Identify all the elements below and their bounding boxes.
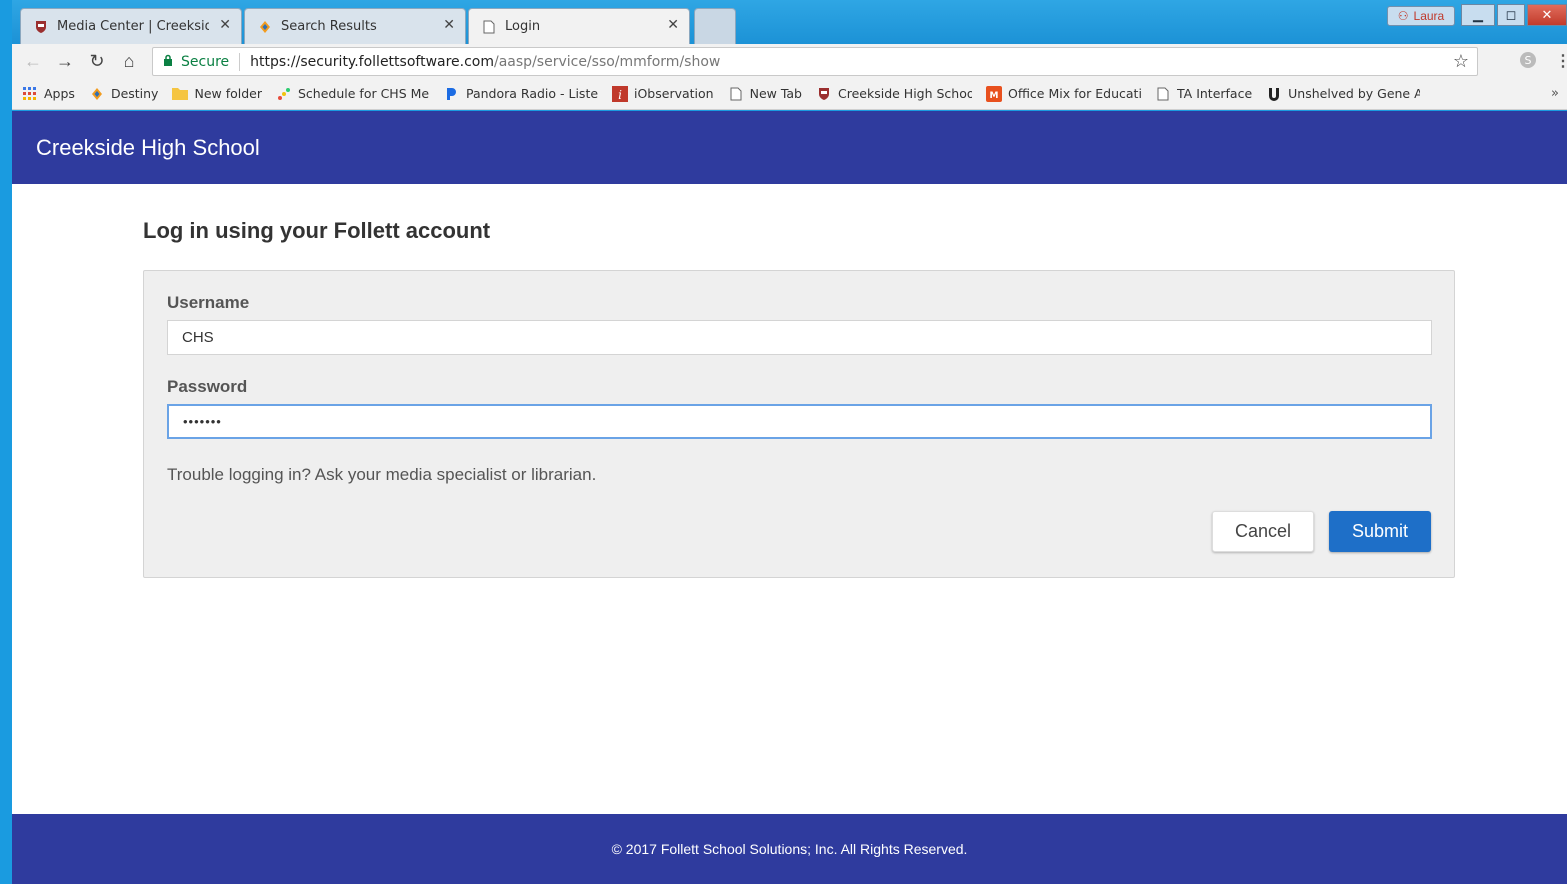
site-footer: © 2017 Follett School Solutions; Inc. Al… — [12, 814, 1567, 884]
bookmark-creekside[interactable]: Creekside High Schoo — [816, 86, 972, 102]
more-bookmarks-icon[interactable]: » — [1551, 86, 1559, 101]
page-icon — [481, 19, 497, 35]
bookmark-destiny[interactable]: Destiny — [89, 86, 159, 102]
svg-text:S: S — [1525, 54, 1532, 67]
bookmark-label: Apps — [44, 86, 75, 101]
minimize-icon: ▁ — [1473, 7, 1483, 22]
bookmark-new-folder[interactable]: New folder — [172, 86, 262, 102]
bookmark-label: Office Mix for Educati — [1008, 86, 1141, 101]
bookmark-unshelved[interactable]: Unshelved by Gene A — [1266, 86, 1420, 102]
maximize-icon: ◻ — [1505, 7, 1517, 22]
bookmark-label: Pandora Radio - Lister — [466, 86, 598, 101]
profile-icon: ⚇ — [1397, 9, 1409, 23]
bookmark-ta-interface[interactable]: TA Interface — [1155, 86, 1252, 102]
home-button[interactable]: ⌂ — [118, 50, 140, 72]
login-form-panel: Username CHS Password ••••••• Trouble lo… — [143, 270, 1455, 578]
folder-icon — [172, 86, 189, 102]
skype-extension-icon[interactable]: S — [1519, 51, 1537, 74]
browser-titlebar: Media Center | Creekside ✕ Search Result… — [12, 0, 1567, 44]
reload-icon: ↻ — [89, 50, 105, 71]
username-input[interactable]: CHS — [167, 320, 1432, 355]
page-icon — [1155, 86, 1171, 102]
bookmark-label: Creekside High Schoo — [838, 86, 972, 101]
maximize-button[interactable]: ◻ — [1497, 4, 1525, 26]
tab-media-center[interactable]: Media Center | Creekside ✕ — [20, 8, 242, 44]
page-viewport: Creekside High School Log in using your … — [12, 111, 1567, 884]
bookmark-label: TA Interface — [1177, 86, 1253, 101]
address-divider — [239, 52, 241, 71]
password-input[interactable]: ••••••• — [167, 404, 1432, 439]
back-button[interactable]: ← — [22, 50, 44, 72]
bookmark-label: Destiny — [110, 86, 159, 101]
url-path: /aasp/service/sso/mmform/show — [494, 53, 721, 70]
url-host: https://security.follettsoftware.com — [250, 53, 495, 70]
help-text: Trouble logging in? Ask your media speci… — [167, 465, 597, 484]
tab-title: Search Results — [281, 19, 377, 34]
bookmark-new-tab[interactable]: New Tab — [728, 86, 802, 102]
profile-name: Laura — [1413, 9, 1445, 23]
bookmark-schedule[interactable]: Schedule for CHS Me — [276, 86, 430, 102]
iobservation-icon: i — [612, 85, 628, 102]
svg-text:i: i — [618, 88, 622, 102]
copyright-text: © 2017 Follett School Solutions; Inc. Al… — [611, 841, 968, 857]
svg-text:M: M — [990, 91, 999, 101]
tab-search-results[interactable]: Search Results ✕ — [244, 8, 466, 44]
new-tab-button[interactable] — [694, 8, 736, 44]
arrow-right-icon: → — [56, 50, 74, 71]
site-header: Creekside High School — [12, 111, 1567, 184]
login-heading: Log in using your Follett account — [143, 218, 491, 243]
close-window-button[interactable]: ✕ — [1527, 4, 1567, 26]
close-icon: ✕ — [1541, 7, 1553, 22]
reload-button[interactable]: ↻ — [86, 50, 108, 72]
cancel-button[interactable]: Cancel — [1212, 511, 1314, 552]
secure-label: Secure — [181, 53, 230, 70]
login-section: Log in using your Follett account Userna… — [143, 218, 1455, 578]
tab-login[interactable]: Login ✕ — [468, 8, 690, 44]
bookmark-label: New Tab — [749, 86, 802, 101]
close-icon[interactable]: ✕ — [443, 17, 455, 33]
lock-icon — [163, 54, 173, 69]
bookmark-office-mix[interactable]: M Office Mix for Educati — [986, 85, 1141, 102]
bookmarks-bar: Apps Destiny New folder Schedule for CHS… — [12, 78, 1567, 110]
page-icon — [728, 86, 744, 102]
bookmark-label: Schedule for CHS Me — [298, 86, 430, 101]
arrow-left-icon: ← — [24, 50, 42, 71]
destiny-icon — [89, 86, 105, 102]
pandora-icon — [444, 86, 460, 102]
unshelved-icon — [1266, 86, 1282, 102]
bookmark-label: iObservation — [634, 86, 714, 101]
tab-title: Media Center | Creekside — [57, 19, 209, 34]
close-icon[interactable]: ✕ — [219, 17, 231, 33]
close-icon[interactable]: ✕ — [667, 17, 679, 33]
username-label: Username — [167, 293, 250, 312]
submit-button[interactable]: Submit — [1329, 511, 1431, 552]
menu-kebab-icon[interactable]: ⋮ — [1555, 51, 1567, 71]
minimize-button[interactable]: ▁ — [1461, 4, 1495, 26]
bookmark-apps[interactable]: Apps — [22, 86, 75, 102]
bookmark-label: New folder — [194, 86, 262, 101]
site-title: Creekside High School — [36, 134, 260, 160]
password-label: Password — [167, 377, 248, 396]
bookmark-pandora[interactable]: Pandora Radio - Lister — [444, 86, 598, 102]
profile-button[interactable]: ⚇ Laura — [1387, 6, 1455, 26]
bookmark-star-icon[interactable]: ☆ — [1453, 51, 1469, 72]
office-mix-icon: M — [986, 85, 1002, 102]
browser-toolbar: ← → ↻ ⌂ Secure https://security.folletts… — [12, 44, 1567, 78]
crest-icon — [33, 19, 49, 35]
destiny-icon — [257, 19, 273, 35]
schedule-icon — [276, 86, 292, 102]
bookmark-label: Unshelved by Gene A — [1288, 86, 1421, 101]
address-bar[interactable]: Secure https://security.follettsoftware.… — [152, 47, 1478, 76]
crest-icon — [816, 86, 832, 102]
forward-button[interactable]: → — [54, 50, 76, 72]
apps-grid-icon — [22, 86, 38, 102]
home-icon: ⌂ — [123, 50, 135, 71]
bookmark-iobservation[interactable]: i iObservation — [612, 85, 714, 102]
tab-title: Login — [505, 19, 541, 34]
